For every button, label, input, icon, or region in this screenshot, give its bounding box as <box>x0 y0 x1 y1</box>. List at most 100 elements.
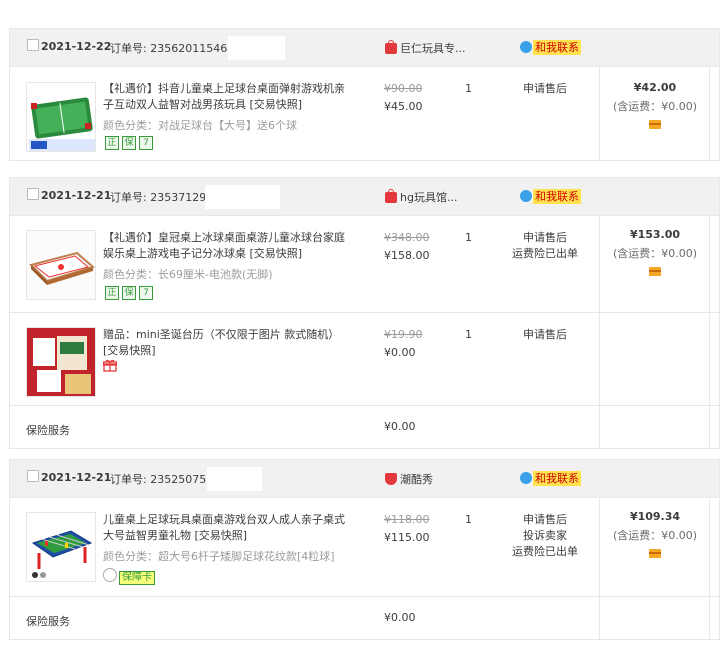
seven-day-return-badge-icon[interactable]: 7 <box>139 136 153 150</box>
invoice-card-icon[interactable] <box>649 120 661 129</box>
guarantee-card-badge[interactable]: 保障卡 <box>103 568 155 585</box>
invoice-card-icon[interactable] <box>649 549 661 558</box>
product-thumbnail[interactable] <box>26 82 96 152</box>
product-thumbnail[interactable] <box>26 230 96 300</box>
shop-shield-icon <box>385 473 397 485</box>
insurance-price: ¥0.00 <box>384 611 416 624</box>
shop-link[interactable]: 巨仁玩具专... <box>400 42 466 55</box>
redaction-mask <box>205 185 280 209</box>
request-after-sale-link[interactable]: 申请售后 <box>490 512 600 528</box>
shipping-insurance-status[interactable]: 运费险已出单 <box>490 246 600 262</box>
quantity: 1 <box>465 231 472 244</box>
quantity: 1 <box>465 328 472 341</box>
product-title[interactable]: 【礼遇价】抖音儿童桌上足球台桌面弹射游戏机亲子互动双人益智对战男孩玩具 [交易快… <box>103 81 351 113</box>
order-card-2: 2021-12-21 订单号: 23537129052 hg玩具馆... 和我联… <box>9 177 720 449</box>
paid-price: ¥158.00 <box>384 249 430 262</box>
product-title[interactable]: 儿童桌上足球玩具桌面桌游戏台双人成人亲子桌式大号益智男童礼物 [交易快照] <box>103 512 351 544</box>
chat-bubble-icon <box>520 472 532 484</box>
redaction-mask <box>228 36 285 60</box>
product-title[interactable]: 【礼遇价】皇冠桌上冰球桌面桌游儿童冰球台家庭娱乐桌上游戏电子记分冰球桌 [交易快… <box>103 230 351 262</box>
shipping-note: (含运费：¥0.00) <box>612 529 698 542</box>
order-header: 2021-12-22 订单号: 23562011546539 巨仁玩具专... … <box>10 29 719 67</box>
seven-day-return-badge-icon[interactable]: 7 <box>139 286 153 300</box>
shop-name[interactable]: hg玩具馆... <box>385 189 457 205</box>
order-date: 2021-12-22 <box>41 40 112 53</box>
product-sku: 颜色分类：对战足球台【大号】送6个球 <box>103 119 297 132</box>
order-checkbox[interactable] <box>27 188 39 200</box>
gift-item-row: 赠品：mini圣诞台历（不仅限于图片 款式随机） [交易快照] ¥19.90 ¥… <box>10 313 719 406</box>
original-price: ¥348.00 <box>384 231 430 244</box>
chat-bubble-icon <box>520 41 532 53</box>
contact-seller-button[interactable]: 和我联系 <box>520 470 581 486</box>
quantity: 1 <box>465 513 472 526</box>
after-sale-actions: 申请售后 运费险已出单 <box>490 230 600 262</box>
request-after-sale-link[interactable]: 申请售后 <box>490 230 600 246</box>
after-sale-actions: 申请售后 <box>490 81 600 97</box>
paid-price: ¥115.00 <box>384 531 430 544</box>
insurance-label: 保险服务 <box>26 615 70 628</box>
shop-name[interactable]: 潮酷秀 <box>385 471 433 487</box>
shipping-insurance-status[interactable]: 运费险已出单 <box>490 544 600 560</box>
clock-icon <box>103 568 117 582</box>
guarantee-badge-icon[interactable]: 保 <box>122 136 136 150</box>
contact-label[interactable]: 和我联系 <box>533 40 581 55</box>
product-sku: 颜色分类：超大号6杆子矮脚足球花纹款[4粒球] <box>103 550 335 563</box>
order-date: 2021-12-21 <box>41 189 112 202</box>
table-football-image <box>27 513 95 581</box>
product-thumbnail[interactable] <box>26 512 96 582</box>
quantity: 1 <box>465 82 472 95</box>
invoice-card-icon[interactable] <box>649 267 661 276</box>
order-header: 2021-12-21 订单号: 23537129052 hg玩具馆... 和我联… <box>10 178 719 216</box>
service-badges: 正保7 <box>105 135 156 150</box>
gift-thumbnail[interactable] <box>26 327 96 397</box>
contact-seller-button[interactable]: 和我联系 <box>520 188 581 204</box>
request-after-sale-link[interactable]: 申请售后 <box>490 81 600 97</box>
order-checkbox[interactable] <box>27 39 39 51</box>
shop-bag-icon <box>385 189 397 203</box>
paid-price: ¥45.00 <box>384 100 423 113</box>
insurance-row: 保险服务 ¥0.00 <box>10 406 719 450</box>
after-sale-actions: 申请售后 <box>490 327 600 343</box>
insurance-label: 保险服务 <box>26 424 70 437</box>
guarantee-badge-icon[interactable]: 保 <box>122 286 136 300</box>
shop-name[interactable]: 巨仁玩具专... <box>385 40 466 56</box>
order-card-3: 2021-12-21 订单号: 23525075​5 潮酷秀 和我联系 儿童桌上… <box>9 459 720 640</box>
order-header: 2021-12-21 订单号: 23525075​5 潮酷秀 和我联系 <box>10 460 719 498</box>
complain-seller-link[interactable]: 投诉卖家 <box>490 528 600 544</box>
after-sale-actions: 申请售后 投诉卖家 运费险已出单 <box>490 512 600 560</box>
gift-icon <box>102 359 118 376</box>
total-amount: ¥153.00 <box>629 228 681 241</box>
calendar-image <box>27 328 95 396</box>
order-total: ¥153.00 (含运费：¥0.00) <box>600 228 710 279</box>
order-date: 2021-12-21 <box>41 471 112 484</box>
product-sku: 颜色分类：长69厘米-电池款(无脚) <box>103 268 273 281</box>
redaction-mask <box>207 467 262 491</box>
genuine-badge-icon[interactable]: 正 <box>105 136 119 150</box>
contact-label[interactable]: 和我联系 <box>533 471 581 486</box>
service-badges: 正保7 <box>105 285 156 300</box>
contact-label[interactable]: 和我联系 <box>533 189 581 204</box>
foosball-image <box>27 83 95 151</box>
request-after-sale-link[interactable]: 申请售后 <box>490 327 600 343</box>
total-amount: ¥109.34 <box>629 510 681 523</box>
order-total: ¥42.00 (含运费：¥0.00) <box>600 81 710 132</box>
original-price: ¥19.90 <box>384 328 423 341</box>
contact-seller-button[interactable]: 和我联系 <box>520 39 581 55</box>
shipping-note: (含运费：¥0.00) <box>612 247 698 260</box>
original-price: ¥90.00 <box>384 82 423 95</box>
order-checkbox[interactable] <box>27 470 39 482</box>
shipping-note: (含运费：¥0.00) <box>612 100 698 113</box>
genuine-badge-icon[interactable]: 正 <box>105 286 119 300</box>
gift-title[interactable]: 赠品：mini圣诞台历（不仅限于图片 款式随机） [交易快照] <box>103 327 351 359</box>
order-total: ¥109.34 (含运费：¥0.00) <box>600 510 710 561</box>
shop-bag-icon <box>385 40 397 54</box>
original-price: ¥118.00 <box>384 513 430 526</box>
shop-link[interactable]: hg玩具馆... <box>400 191 457 204</box>
order-item-row: 【礼遇价】抖音儿童桌上足球台桌面弹射游戏机亲子互动双人益智对战男孩玩具 [交易快… <box>10 67 719 162</box>
insurance-price: ¥0.00 <box>384 420 416 433</box>
shop-link[interactable]: 潮酷秀 <box>400 473 433 486</box>
air-hockey-image <box>27 231 95 299</box>
paid-price: ¥0.00 <box>384 346 416 359</box>
total-amount: ¥42.00 <box>633 81 677 94</box>
guarantee-card-label[interactable]: 保障卡 <box>119 571 155 585</box>
